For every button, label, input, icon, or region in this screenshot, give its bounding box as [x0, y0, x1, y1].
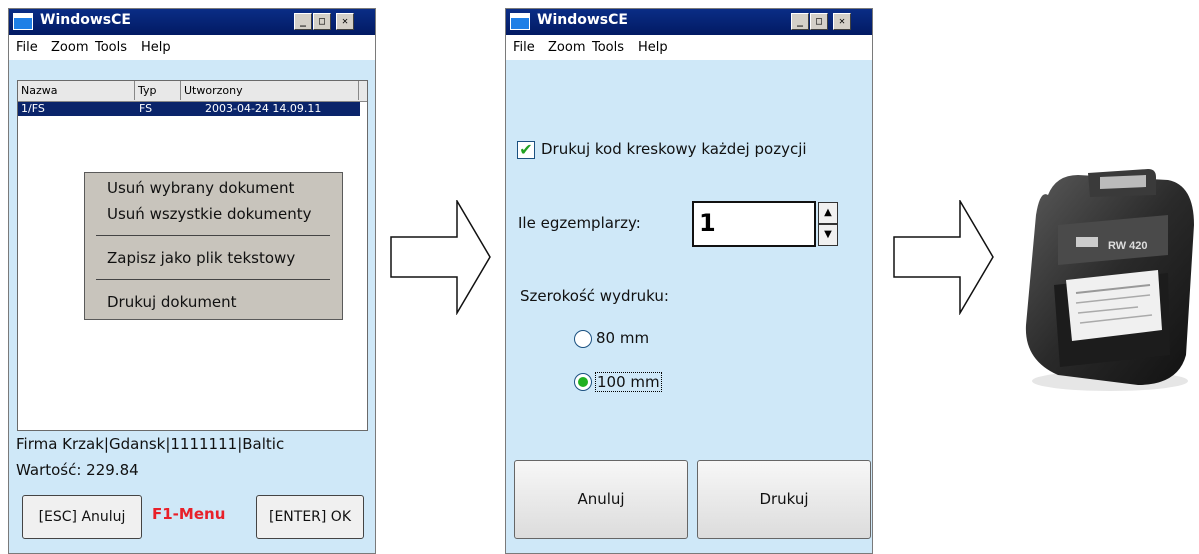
radio-80mm[interactable]	[574, 330, 592, 348]
window-title: WindowsCE	[40, 12, 131, 28]
menu-tools[interactable]: Tools	[95, 40, 127, 55]
cancel-button[interactable]: Anuluj	[514, 460, 688, 539]
barcode-checkbox-label[interactable]: Drukuj kod kreskowy każdej pozycji	[541, 140, 807, 158]
menu-item-print[interactable]: Drukuj dokument	[107, 293, 237, 311]
status-value: Wartość: 229.84	[16, 461, 139, 479]
menu-help[interactable]: Help	[141, 40, 171, 55]
flow-arrow-icon	[893, 200, 994, 315]
close-button[interactable]: ✕	[833, 13, 851, 30]
window-print-options: WindowsCE _ □ ✕ File Zoom Tools Help ✔ D…	[505, 8, 873, 554]
menu-file[interactable]: File	[513, 40, 535, 55]
menu-zoom[interactable]: Zoom	[548, 40, 585, 55]
spin-up-icon[interactable]: ▲	[818, 202, 838, 224]
menu-item-delete-selected[interactable]: Usuń wybrany dokument	[107, 179, 294, 197]
list-header: Nazwa Typ Utworzony	[18, 81, 367, 102]
menu-item-delete-all[interactable]: Usuń wszystkie dokumenty	[107, 205, 312, 223]
cell-created: 2003-04-24 14.09.11	[205, 102, 322, 115]
mobile-printer-icon: RW 420	[1025, 169, 1194, 391]
barcode-checkbox[interactable]: ✔	[517, 141, 535, 159]
window-title: WindowsCE	[537, 12, 628, 28]
copies-input[interactable]: 1	[692, 201, 816, 247]
window-document-list: WindowsCE _ □ ✕ File Zoom Tools Help Naz…	[8, 8, 376, 554]
menu-bar: File Zoom Tools Help	[9, 35, 375, 60]
minimize-button[interactable]: _	[294, 13, 312, 30]
minimize-button[interactable]: _	[791, 13, 809, 30]
column-header-nazwa[interactable]: Nazwa	[18, 81, 135, 100]
maximize-button[interactable]: □	[810, 13, 828, 30]
menu-item-save-text[interactable]: Zapisz jako plik tekstowy	[107, 249, 295, 267]
radio-selected-dot	[578, 377, 588, 387]
menu-separator	[96, 279, 330, 280]
spin-down-icon[interactable]: ▼	[818, 224, 838, 246]
copies-label: Ile egzemplarzy:	[518, 214, 641, 232]
maximize-button[interactable]: □	[313, 13, 331, 30]
menu-tools[interactable]: Tools	[592, 40, 624, 55]
radio-100mm-label[interactable]: 100 mm	[595, 372, 662, 392]
print-width-label: Szerokość wydruku:	[520, 287, 669, 305]
check-icon: ✔	[519, 140, 533, 159]
context-menu: Usuń wybrany dokument Usuń wszystkie dok…	[84, 172, 343, 320]
f1-menu-label: F1-Menu	[152, 505, 226, 523]
title-bar: WindowsCE _ □ ✕	[506, 9, 872, 35]
cell-name: 1/FS	[21, 102, 45, 115]
menu-zoom[interactable]: Zoom	[51, 40, 88, 55]
flow-arrow-icon	[390, 200, 491, 315]
title-bar: WindowsCE _ □ ✕	[9, 9, 375, 35]
status-company: Firma Krzak|Gdansk|1111111|Baltic	[16, 435, 285, 453]
menu-bar: File Zoom Tools Help	[506, 35, 872, 60]
printer-model-label: RW 420	[1108, 240, 1148, 252]
radio-80mm-label[interactable]: 80 mm	[596, 329, 649, 347]
window-app-icon	[510, 13, 530, 30]
column-header-utworzony[interactable]: Utworzony	[181, 81, 359, 100]
print-button[interactable]: Drukuj	[697, 460, 871, 539]
close-button[interactable]: ✕	[336, 13, 354, 30]
menu-help[interactable]: Help	[638, 40, 668, 55]
column-header-typ[interactable]: Typ	[135, 81, 181, 100]
radio-100mm[interactable]	[574, 373, 592, 391]
menu-separator	[96, 235, 330, 236]
cell-type: FS	[139, 102, 153, 115]
menu-file[interactable]: File	[16, 40, 38, 55]
esc-cancel-button[interactable]: [ESC] Anuluj	[22, 495, 142, 539]
enter-ok-button[interactable]: [ENTER] OK	[256, 495, 364, 539]
list-item[interactable]: 1/FS FS 2003-04-24 14.09.11	[18, 102, 360, 116]
window-app-icon	[13, 13, 33, 30]
